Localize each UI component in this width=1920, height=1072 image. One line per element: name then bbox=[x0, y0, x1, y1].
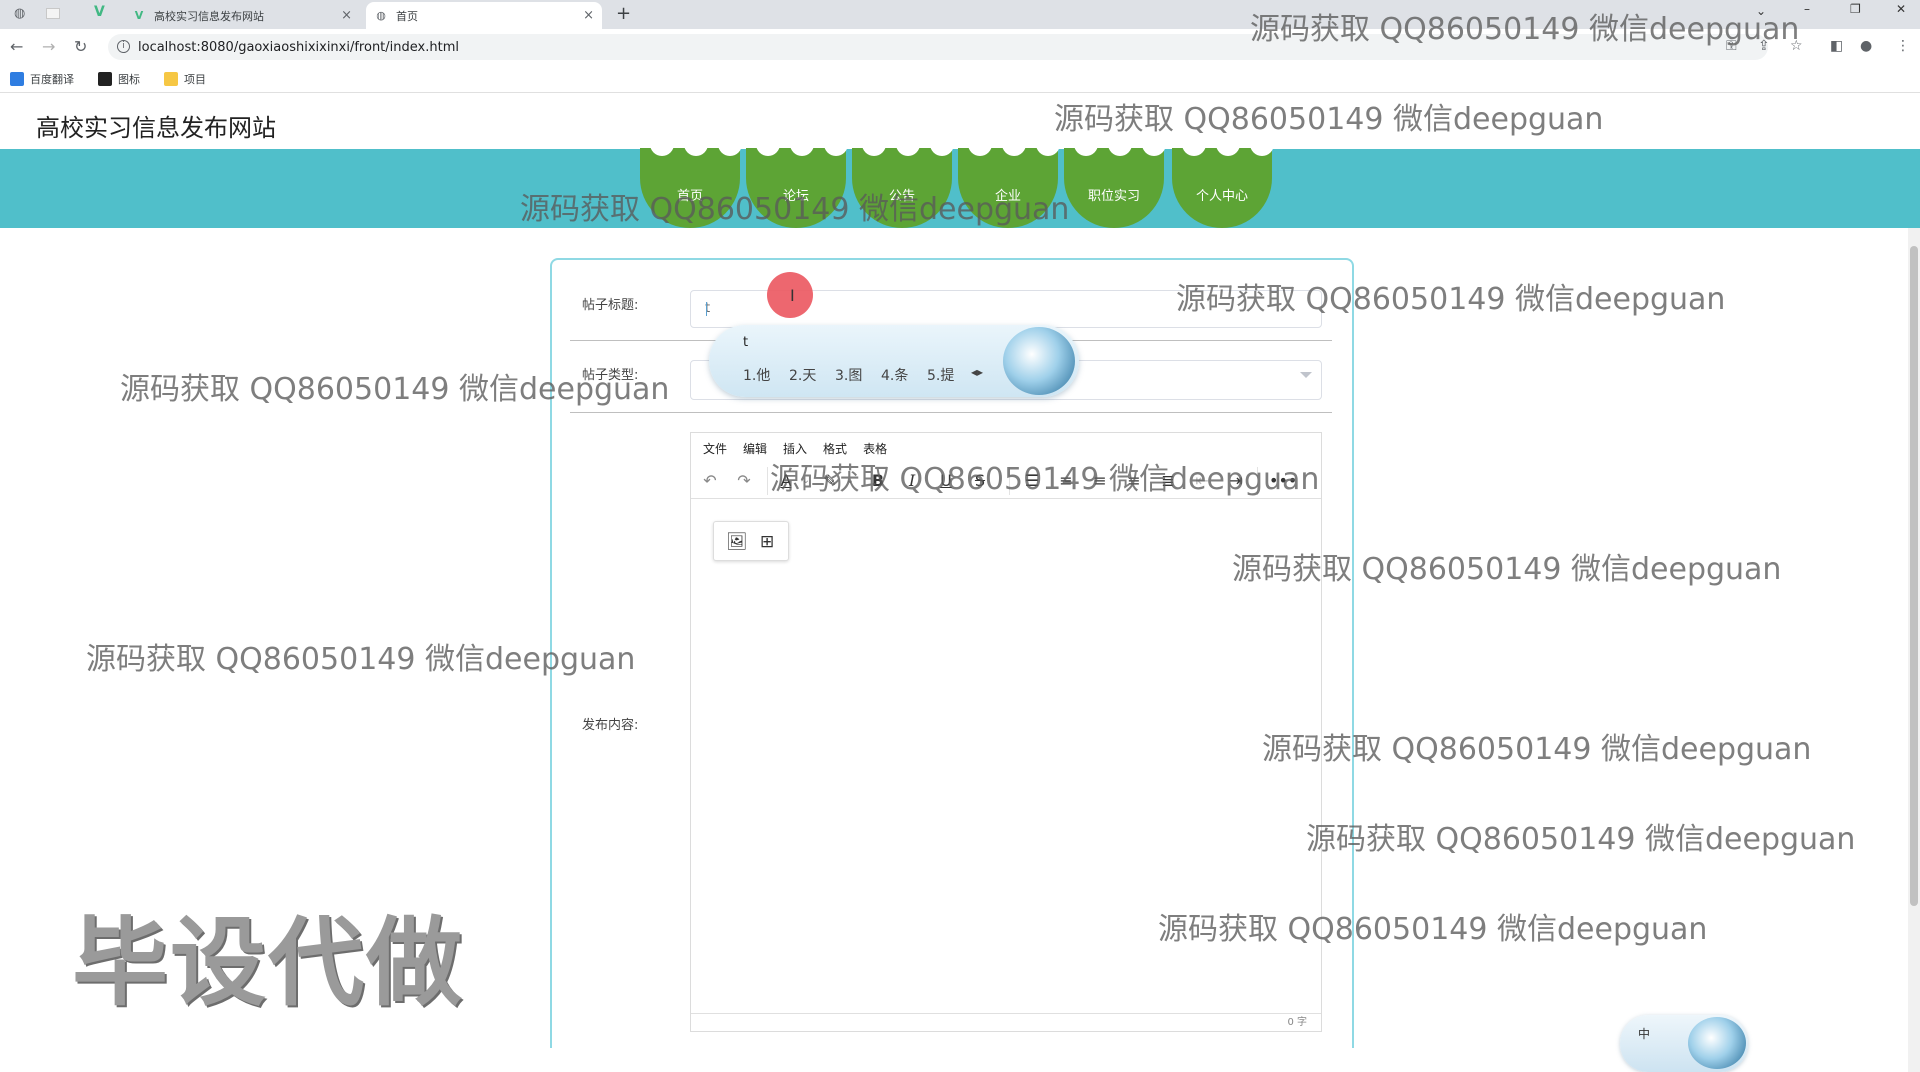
site-title: 高校实习信息发布网站 bbox=[36, 114, 276, 142]
menu-edit[interactable]: 编辑 bbox=[743, 440, 767, 457]
tab-title: 首页 bbox=[396, 9, 418, 23]
text-cursor-icon: I bbox=[790, 286, 795, 305]
bookmark-projects[interactable]: 项目 bbox=[164, 71, 206, 87]
ime-candidate[interactable]: 1.他 bbox=[743, 365, 770, 385]
big-watermark: 毕设代做 bbox=[72, 907, 464, 1019]
tab-home[interactable]: ◍ 首页 × bbox=[366, 2, 602, 29]
reload-icon[interactable]: ↻ bbox=[74, 37, 87, 56]
scrollbar-thumb[interactable] bbox=[1910, 246, 1918, 906]
page-scrollbar[interactable] bbox=[1908, 228, 1920, 1072]
watermark: 源码获取 QQ86050149 微信deepguan bbox=[86, 642, 636, 677]
nav-item-internship[interactable]: 职位实习 bbox=[1064, 142, 1166, 228]
side-panel-icon[interactable]: ◧ bbox=[1830, 38, 1843, 54]
close-window-icon[interactable]: ✕ bbox=[1896, 2, 1906, 16]
ime-candidate[interactable]: 3.图 bbox=[835, 365, 862, 385]
bookmark-label: 项目 bbox=[184, 73, 206, 86]
chevron-down-icon bbox=[1300, 372, 1312, 378]
globe-icon[interactable]: ◍ bbox=[14, 6, 25, 21]
menu-file[interactable]: 文件 bbox=[703, 440, 727, 457]
back-icon[interactable]: ← bbox=[10, 37, 23, 56]
watermark: 源码获取 QQ86050149 微信deepguan bbox=[1232, 552, 1782, 587]
image-icon bbox=[98, 72, 112, 86]
nav-label: 职位实习 bbox=[1087, 189, 1140, 204]
minimize-icon[interactable]: – bbox=[1804, 2, 1810, 16]
content-label: 发布内容: bbox=[582, 718, 639, 733]
toolbar-separator bbox=[767, 467, 768, 495]
watermark: 源码获取 QQ86050149 微信deepguan bbox=[1306, 822, 1856, 857]
watermark: 源码获取 QQ86050149 微信deepguan bbox=[120, 372, 670, 407]
vue-logo-icon[interactable]: V bbox=[94, 4, 105, 20]
tab-title: 高校实习信息发布网站 bbox=[154, 9, 264, 23]
close-icon[interactable]: × bbox=[341, 8, 352, 23]
quick-insert-popup: 🖼 ⊞ bbox=[713, 521, 789, 561]
ime-candidate[interactable]: 2.天 bbox=[789, 365, 816, 385]
bookmark-label: 百度翻译 bbox=[30, 73, 74, 86]
divider bbox=[570, 412, 1332, 413]
ime-skin-decoration bbox=[1003, 327, 1075, 395]
blank-tab-icon[interactable] bbox=[46, 8, 60, 19]
folder-icon bbox=[164, 72, 178, 86]
ime-status-bar[interactable]: 中 bbox=[1620, 1015, 1748, 1072]
nav-label: 个人中心 bbox=[1195, 189, 1248, 204]
word-count: 0 字 bbox=[691, 1013, 1321, 1031]
profile-icon[interactable]: ● bbox=[1860, 38, 1872, 54]
image-icon[interactable]: 🖼 bbox=[726, 532, 748, 552]
globe-icon: ◍ bbox=[376, 9, 386, 22]
bookmark-label: 图标 bbox=[118, 73, 140, 86]
bookmark-baidu-translate[interactable]: 百度翻译 bbox=[10, 71, 74, 87]
watermark: 源码获取 QQ86050149 微信deepguan bbox=[1176, 282, 1726, 317]
new-tab-button[interactable]: + bbox=[616, 3, 631, 24]
title-label: 帖子标题: bbox=[582, 298, 639, 313]
watermark: 源码获取 QQ86050149 微信deepguan bbox=[1262, 732, 1812, 767]
ime-skin-decoration bbox=[1688, 1017, 1746, 1069]
bookmarks-bar: 百度翻译 图标 项目 bbox=[0, 65, 1920, 93]
site-info-icon[interactable]: i bbox=[117, 40, 130, 53]
text-caret bbox=[706, 302, 707, 316]
translate-icon bbox=[10, 72, 24, 86]
ime-candidate[interactable]: 5.提 bbox=[927, 365, 954, 385]
ime-candidate[interactable]: 4.条 bbox=[881, 365, 908, 385]
watermark: 源码获取 QQ86050149 微信deepguan bbox=[520, 192, 1070, 227]
ime-composition: t bbox=[743, 335, 749, 350]
restore-icon[interactable]: ❐ bbox=[1850, 2, 1861, 16]
tab-site[interactable]: V 高校实习信息发布网站 × bbox=[124, 2, 360, 29]
url-text: localhost:8080/gaoxiaoshixixinxi/front/i… bbox=[138, 39, 459, 55]
watermark: 源码获取 QQ86050149 微信deepguan bbox=[1158, 912, 1708, 947]
vue-logo-icon: V bbox=[134, 9, 144, 22]
ime-mode-label: 中 bbox=[1638, 1027, 1651, 1041]
ime-candidate-window: t 1.他 2.天 3.图 4.条 5.提 ◂▸ bbox=[709, 325, 1079, 397]
undo-icon[interactable]: ↶ bbox=[699, 471, 721, 491]
forward-icon[interactable]: → bbox=[42, 37, 55, 56]
bookmark-icons[interactable]: 图标 bbox=[98, 71, 140, 87]
watermark: 源码获取 QQ86050149 微信deepguan bbox=[1250, 12, 1800, 47]
close-icon[interactable]: × bbox=[583, 8, 594, 23]
nav-item-profile[interactable]: 个人中心 bbox=[1172, 142, 1274, 228]
redo-icon[interactable]: ↷ bbox=[733, 471, 755, 491]
page-arrows-icon[interactable]: ◂▸ bbox=[971, 365, 983, 379]
watermark: 源码获取 QQ86050149 微信deepguan bbox=[770, 462, 1320, 497]
table-icon[interactable]: ⊞ bbox=[760, 532, 774, 552]
watermark: 源码获取 QQ86050149 微信deepguan bbox=[1054, 102, 1604, 137]
menu-icon[interactable]: ⋮ bbox=[1896, 38, 1910, 54]
